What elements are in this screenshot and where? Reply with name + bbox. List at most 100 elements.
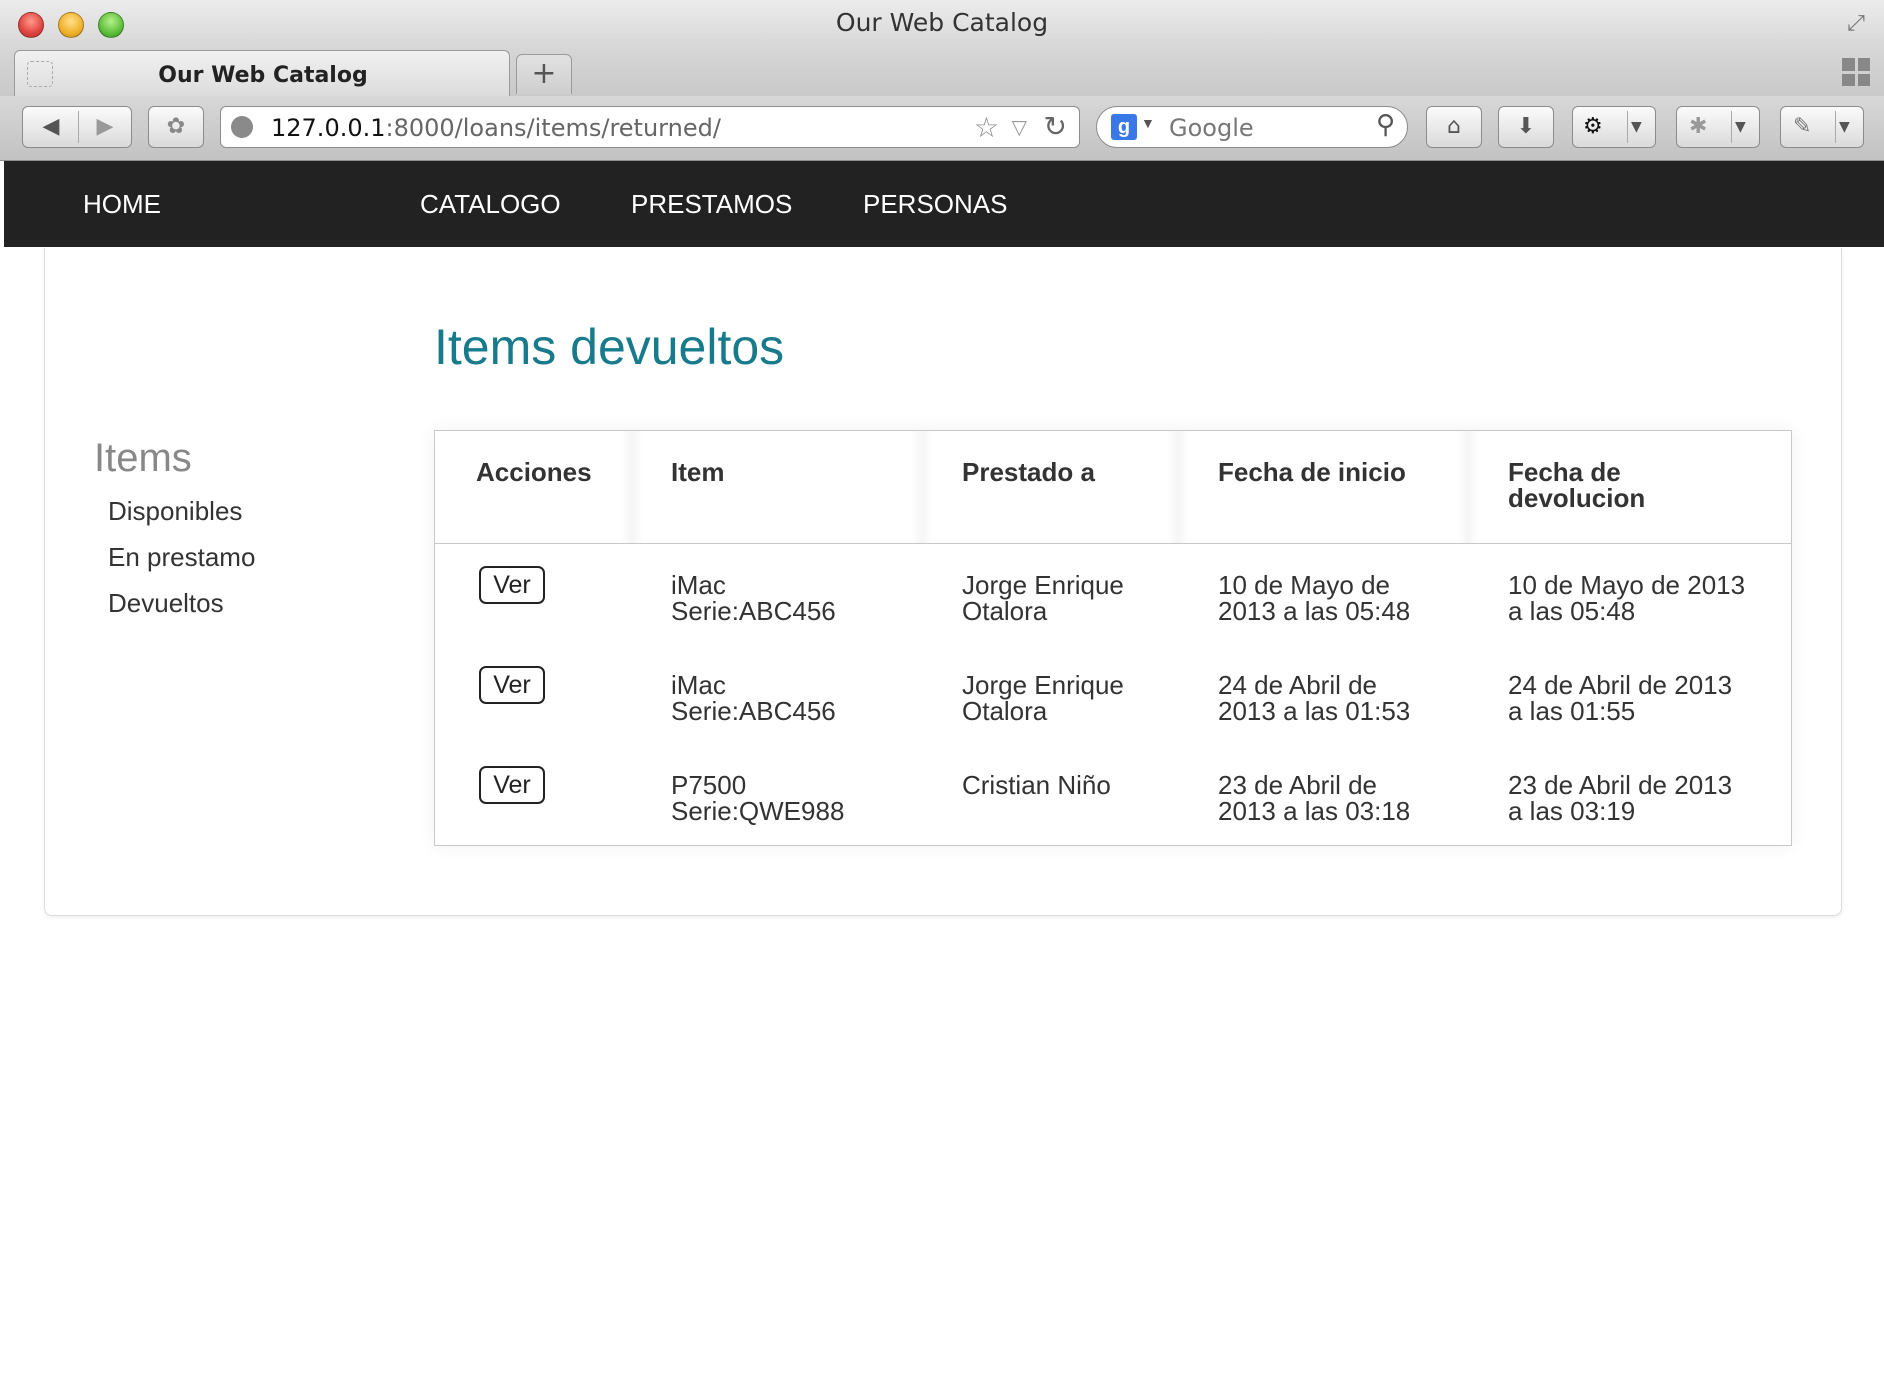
tab-bar: Our Web Catalog +	[0, 50, 1884, 97]
back-forward-buttons: ◀ ▶	[22, 106, 132, 148]
google-icon[interactable]: g	[1111, 114, 1137, 140]
search-placeholder: Google	[1169, 114, 1254, 142]
nav-home[interactable]: HOME	[83, 189, 161, 220]
eyedropper-icon: ✎	[1793, 114, 1812, 139]
window-title: Our Web Catalog	[835, 8, 1049, 37]
url-text[interactable]: 127.0.0.1:8000/loans/items/returned/	[271, 114, 721, 142]
ver-button[interactable]: Ver	[479, 766, 545, 804]
downloads-button[interactable]: ⬇	[1498, 106, 1554, 148]
nav-personas[interactable]: PERSONAS	[863, 189, 1008, 220]
tab-groups-icon[interactable]	[1842, 58, 1870, 86]
header-divider	[1457, 431, 1479, 543]
bug-icon: ✱	[1689, 114, 1708, 139]
header-prestado[interactable]: Prestado a	[962, 459, 1095, 485]
header-acciones[interactable]: Acciones	[476, 459, 592, 485]
return-date-cell: 24 de Abril de 2013 a las 01:55	[1508, 672, 1732, 724]
borrower-cell: Cristian Niño	[962, 772, 1111, 798]
new-tab-button[interactable]: +	[516, 54, 572, 94]
borrower-cell: Jorge Enrique Otalora	[962, 672, 1124, 724]
item-cell: iMac Serie:ABC456	[671, 672, 836, 724]
url-host: 127.0.0.1	[271, 114, 386, 142]
url-path: :8000/loans/items/returned/	[385, 114, 721, 142]
sidebar-link-devueltos[interactable]: Devueltos	[108, 588, 224, 619]
start-date-cell: 10 de Mayo de 2013 a las 05:48	[1218, 572, 1410, 624]
borrower-line2: Otalora	[962, 696, 1048, 726]
start-date-line2: 2013 a las 03:18	[1218, 796, 1411, 826]
header-divider	[621, 431, 643, 543]
addons-icon: ✿	[166, 114, 186, 139]
start-date-line2: 2013 a las 05:48	[1218, 596, 1411, 626]
addons-button[interactable]: ✿	[148, 106, 204, 148]
tab-title: Our Web Catalog	[158, 63, 368, 88]
borrower-cell: Jorge Enrique Otalora	[962, 572, 1124, 624]
return-date-line1: 10 de Mayo de 2013	[1508, 570, 1746, 600]
borrower-line2: Otalora	[962, 596, 1048, 626]
sidebar-link-disponibles[interactable]: Disponibles	[108, 496, 242, 527]
bookmark-star-icon[interactable]: ☆	[974, 111, 999, 144]
search-icon[interactable]: ⚲	[1376, 110, 1395, 140]
start-date-line2: 2013 a las 01:53	[1218, 696, 1411, 726]
chevron-down-icon: ▼	[1839, 119, 1850, 135]
item-cell: iMac Serie:ABC456	[671, 572, 836, 624]
header-fecha-devolucion-line1: Fecha de	[1508, 457, 1621, 487]
item-name: P7500	[671, 770, 747, 800]
search-bar[interactable]: g ▼ Google ⚲	[1096, 106, 1408, 148]
extension-button[interactable]: ✱ ▼	[1676, 106, 1760, 148]
return-date-line1: 24 de Abril de 2013	[1508, 670, 1733, 700]
forward-arrow-icon[interactable]: ▶	[87, 107, 123, 147]
nav-catalogo[interactable]: CATALOGO	[420, 189, 561, 220]
item-name: iMac	[671, 570, 726, 600]
tab-active[interactable]: Our Web Catalog	[14, 50, 510, 96]
start-date-cell: 23 de Abril de 2013 a las 03:18	[1218, 772, 1410, 824]
return-date-line1: 23 de Abril de 2013	[1508, 770, 1733, 800]
item-cell: P7500 Serie:QWE988	[671, 772, 844, 824]
sidebar-title: Items	[94, 436, 192, 480]
start-date-line1: 24 de Abril de	[1218, 670, 1378, 700]
return-date-line2: a las 03:19	[1508, 796, 1636, 826]
address-bar[interactable]: 127.0.0.1:8000/loans/items/returned/ ☆ ▽…	[220, 106, 1080, 148]
chevron-down-icon: ▼	[1631, 119, 1642, 135]
sidebar-link-en-prestamo[interactable]: En prestamo	[108, 542, 255, 573]
reload-icon[interactable]: ↻	[1044, 110, 1067, 143]
start-date-line1: 23 de Abril de	[1218, 770, 1378, 800]
header-fecha-inicio[interactable]: Fecha de inicio	[1218, 459, 1406, 485]
item-serial: Serie:ABC456	[671, 696, 836, 726]
return-date-cell: 23 de Abril de 2013 a las 03:19	[1508, 772, 1732, 824]
settings-button[interactable]: ⚙ ▼	[1572, 106, 1656, 148]
home-button[interactable]: ⌂	[1426, 106, 1482, 148]
page-title: Items devueltos	[434, 319, 785, 375]
browser-toolbar: ◀ ▶ ✿ 127.0.0.1:8000/loans/items/returne…	[0, 96, 1884, 161]
nav-prestamos[interactable]: PRESTAMOS	[631, 189, 792, 220]
header-divider	[1167, 431, 1189, 543]
engine-dropdown-icon[interactable]: ▼	[1141, 115, 1155, 131]
return-date-line2: a las 05:48	[1508, 596, 1636, 626]
history-dropdown-icon[interactable]: ▽	[1012, 115, 1027, 139]
ver-button[interactable]: Ver	[479, 666, 545, 704]
header-rule	[435, 543, 1791, 544]
item-serial: Serie:ABC456	[671, 596, 836, 626]
returned-items-table: Acciones Item Prestado a Fecha de inicio…	[434, 430, 1792, 846]
home-icon: ⌂	[1447, 114, 1461, 139]
chevron-down-icon: ▼	[1735, 119, 1746, 135]
header-divider	[911, 431, 933, 543]
borrower-line1: Cristian Niño	[962, 770, 1111, 800]
ver-button[interactable]: Ver	[479, 566, 545, 604]
site-navbar: HOME CATALOGO PRESTAMOS PERSONAS	[4, 161, 1884, 247]
download-arrow-icon: ⬇	[1516, 114, 1536, 139]
return-date-cell: 10 de Mayo de 2013 a las 05:48	[1508, 572, 1745, 624]
tools-button[interactable]: ✎ ▼	[1780, 106, 1864, 148]
globe-icon	[231, 116, 253, 138]
gear-icon: ⚙	[1583, 114, 1603, 139]
back-arrow-icon[interactable]: ◀	[33, 107, 69, 147]
item-serial: Serie:QWE988	[671, 796, 845, 826]
item-name: iMac	[671, 670, 726, 700]
start-date-line1: 10 de Mayo de	[1218, 570, 1391, 600]
header-fecha-devolucion[interactable]: Fecha de devolucion	[1508, 459, 1645, 511]
title-bar: Our Web Catalog ⤢	[0, 0, 1884, 50]
borrower-line1: Jorge Enrique	[962, 570, 1124, 600]
browser-window: Our Web Catalog ⤢ Our Web Catalog + ◀ ▶ …	[0, 0, 1884, 1390]
return-date-line2: a las 01:55	[1508, 696, 1636, 726]
fullscreen-icon[interactable]: ⤢	[1842, 10, 1870, 38]
header-item[interactable]: Item	[671, 459, 724, 485]
header-fecha-devolucion-line2: devolucion	[1508, 483, 1646, 513]
